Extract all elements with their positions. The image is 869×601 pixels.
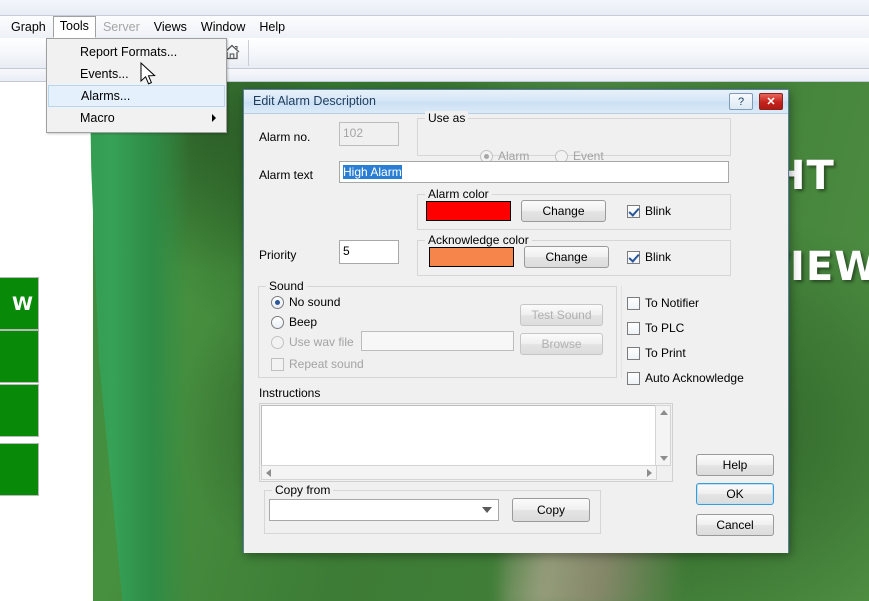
edit-alarm-description-dialog: Edit Alarm Description ? ✕ Alarm no. 102…: [243, 89, 789, 553]
copy-from-group-label: Copy from: [272, 483, 334, 497]
scroll-right-icon[interactable]: [647, 469, 652, 477]
menu-item-tools[interactable]: Tools: [52, 16, 96, 38]
radio-no-sound[interactable]: No sound: [271, 295, 340, 309]
screen-root: HT VIEW W Graph Tools Server Views Windo…: [0, 0, 869, 601]
menu-option-alarms[interactable]: Alarms...: [48, 85, 225, 107]
acknowledge-color-change-button[interactable]: Change: [524, 246, 609, 268]
checkbox-icon: [627, 250, 640, 264]
alarm-text-label: Alarm text: [259, 168, 314, 182]
checkbox-icon: [627, 321, 640, 335]
to-notifier-checkbox[interactable]: To Notifier: [627, 296, 699, 310]
radio-circle-icon: [271, 315, 284, 329]
radio-beep[interactable]: Beep: [271, 315, 317, 329]
to-print-label: To Print: [645, 346, 686, 360]
copy-button[interactable]: Copy: [512, 498, 590, 522]
alarm-color-group-label: Alarm color: [425, 187, 492, 201]
repeat-sound-checkbox: Repeat sound: [271, 357, 364, 371]
to-print-checkbox[interactable]: To Print: [627, 346, 686, 360]
radio-circle-icon: [271, 335, 284, 349]
menu-option-macro[interactable]: Macro: [47, 107, 226, 129]
checkbox-icon: [627, 204, 640, 218]
tools-dropdown-menu: Report Formats... Events... Alarms... Ma…: [46, 38, 227, 133]
acknowledge-color-group-label: Acknowledge color: [425, 233, 532, 247]
wav-file-path-field: [361, 331, 514, 351]
menu-bar: Graph Tools Server Views Window Help: [0, 16, 869, 38]
chevron-right-icon: [212, 114, 216, 122]
alarm-color-swatch[interactable]: [426, 201, 511, 221]
test-sound-button: Test Sound: [520, 304, 603, 326]
window-top-strip: [0, 0, 869, 16]
alarm-color-change-button[interactable]: Change: [521, 200, 606, 222]
instructions-horizontal-scrollbar[interactable]: [261, 465, 657, 480]
menu-item-views[interactable]: Views: [147, 17, 194, 38]
use-as-group-label: Use as: [425, 111, 469, 125]
copy-from-select[interactable]: [269, 499, 499, 521]
menu-item-server: Server: [102, 19, 140, 34]
repeat-sound-label: Repeat sound: [289, 357, 364, 371]
menu-option-report-formats[interactable]: Report Formats...: [47, 41, 226, 63]
ok-button[interactable]: OK: [696, 483, 774, 505]
browse-button: Browse: [520, 333, 603, 355]
scroll-left-icon[interactable]: [266, 469, 271, 477]
alarm-color-blink-checkbox[interactable]: Blink: [627, 204, 671, 218]
auto-acknowledge-label: Auto Acknowledge: [645, 371, 744, 385]
menu-option-events[interactable]: Events...: [47, 63, 226, 85]
priority-label: Priority: [259, 248, 297, 262]
radio-no-sound-label: No sound: [289, 295, 341, 309]
help-button[interactable]: Help: [696, 454, 774, 476]
dialog-title: Edit Alarm Description: [253, 94, 376, 108]
instructions-panel: [259, 403, 673, 482]
checkbox-icon: [271, 357, 284, 371]
sound-group-label: Sound: [266, 279, 307, 293]
scroll-down-icon[interactable]: [660, 456, 668, 461]
to-plc-checkbox[interactable]: To PLC: [627, 321, 684, 335]
dialog-title-bar[interactable]: Edit Alarm Description ? ✕: [244, 90, 788, 114]
to-plc-label: To PLC: [645, 321, 685, 335]
radio-circle-icon: [271, 295, 284, 309]
instructions-textarea[interactable]: [261, 405, 657, 466]
alarm-color-blink-label: Blink: [645, 204, 672, 218]
toolbar-separator-right: [248, 40, 249, 66]
auto-acknowledge-checkbox[interactable]: Auto Acknowledge: [627, 371, 744, 385]
alarm-no-label: Alarm no.: [259, 130, 311, 144]
acknowledge-color-blink-label: Blink: [645, 250, 672, 264]
menu-item-window[interactable]: Window: [194, 17, 252, 38]
close-icon-button[interactable]: ✕: [759, 93, 783, 110]
radio-beep-label: Beep: [289, 315, 318, 329]
acknowledge-color-swatch[interactable]: [429, 247, 514, 267]
acknowledge-color-blink-checkbox[interactable]: Blink: [627, 250, 671, 264]
cancel-button[interactable]: Cancel: [696, 514, 774, 536]
nav-button-3[interactable]: [0, 384, 39, 437]
scroll-up-icon[interactable]: [660, 410, 668, 415]
instructions-label: Instructions: [259, 386, 321, 400]
nav-button-1[interactable]: W: [0, 277, 39, 330]
nav-button-4[interactable]: [0, 443, 39, 496]
alarm-text-selection: High Alarm: [343, 165, 402, 179]
instructions-vertical-scrollbar[interactable]: [655, 405, 671, 466]
radio-use-wav-file: Use wav file: [271, 335, 354, 349]
priority-field[interactable]: 5: [339, 240, 399, 264]
checkbox-icon: [627, 371, 640, 385]
alarm-no-field: 102: [339, 122, 399, 146]
radio-use-wav-file-label: Use wav file: [289, 335, 354, 349]
checkbox-icon: [627, 346, 640, 360]
nav-button-2[interactable]: [0, 330, 39, 383]
menu-option-macro-label: Macro: [80, 111, 115, 125]
checkbox-icon: [627, 296, 640, 310]
alarm-text-field[interactable]: High Alarm: [339, 161, 729, 183]
to-notifier-label: To Notifier: [645, 296, 700, 310]
chevron-down-icon: [482, 507, 492, 513]
help-icon-button[interactable]: ?: [729, 93, 753, 110]
menu-item-help[interactable]: Help: [252, 17, 292, 38]
menu-item-graph[interactable]: Graph: [4, 17, 53, 38]
